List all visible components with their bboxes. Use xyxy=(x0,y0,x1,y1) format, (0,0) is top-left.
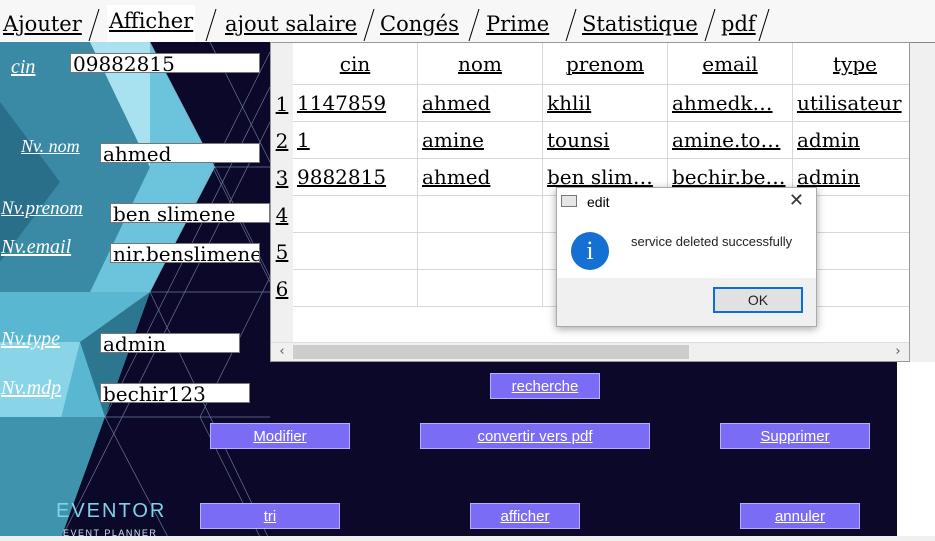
modifier-button[interactable]: Modifier xyxy=(210,423,350,449)
table-cell[interactable] xyxy=(293,233,418,270)
tab-divider xyxy=(704,8,716,41)
row-number[interactable]: 3 xyxy=(271,166,293,190)
logo-title: EVENTOR xyxy=(56,500,167,522)
tab-divider xyxy=(565,8,577,41)
cin-field[interactable]: 09882815 xyxy=(70,53,260,73)
table-cell[interactable]: ahmed xyxy=(418,159,543,196)
table-cell[interactable] xyxy=(293,196,418,233)
tab-ajouter[interactable]: Ajouter xyxy=(3,8,82,41)
prenom-label: Nv.prenom xyxy=(1,198,83,219)
horizontal-scrollbar[interactable]: ‹ › xyxy=(271,342,909,361)
row-number[interactable]: 1 xyxy=(271,92,293,116)
bottom-edge xyxy=(0,536,935,541)
table-cell[interactable]: admin xyxy=(793,122,909,159)
scroll-left-icon[interactable]: ‹ xyxy=(273,343,291,361)
email-field[interactable]: nir.benslimene xyxy=(110,243,260,263)
row-number[interactable]: 5 xyxy=(271,240,293,264)
message-dialog: edit ✕ i service deleted successfully OK xyxy=(556,187,817,327)
tab-prime[interactable]: Prime xyxy=(486,8,549,41)
table-cell[interactable] xyxy=(418,270,543,307)
type-label: Nv.type xyxy=(1,328,61,350)
nom-label: Nv. nom xyxy=(21,136,80,156)
supprimer-button[interactable]: Supprimer xyxy=(720,423,870,449)
info-icon: i xyxy=(571,232,609,270)
tab-conges[interactable]: Congés xyxy=(380,8,459,41)
table-cell[interactable]: ahmed xyxy=(418,85,543,122)
scrollbar-thumb[interactable] xyxy=(293,345,689,359)
close-icon[interactable]: ✕ xyxy=(789,190,804,211)
mdp-label: Nv.mdp xyxy=(1,377,62,399)
tab-divider xyxy=(758,8,770,41)
recherche-button[interactable]: recherche xyxy=(490,373,600,399)
ok-button[interactable]: OK xyxy=(713,287,803,313)
table-cell[interactable] xyxy=(418,233,543,270)
column-header-nom[interactable]: nom xyxy=(418,43,543,85)
column-header-email[interactable]: email xyxy=(668,43,793,85)
tab-afficher[interactable]: Afficher xyxy=(107,5,196,42)
table-cell[interactable]: 1147859 xyxy=(293,85,418,122)
row-number[interactable]: 4 xyxy=(271,203,293,227)
password-field[interactable]: bechir123 xyxy=(100,383,250,403)
table-cell[interactable] xyxy=(418,196,543,233)
row-number[interactable]: 6 xyxy=(271,277,293,301)
table-cell[interactable]: utilisateur xyxy=(793,85,909,122)
table-cell[interactable]: khlil xyxy=(543,85,668,122)
table-cell[interactable]: 1 xyxy=(293,122,418,159)
table-cell[interactable]: tounsi xyxy=(543,122,668,159)
tab-divider xyxy=(88,8,100,41)
annuler-button[interactable]: annuler xyxy=(740,503,860,529)
cin-label: cin xyxy=(11,56,36,78)
column-header-cin[interactable]: cin xyxy=(293,43,418,85)
dialog-title: edit xyxy=(587,194,610,210)
email-label: Nv.email xyxy=(1,236,72,258)
convert-pdf-button[interactable]: convertir vers pdf xyxy=(420,423,650,449)
dialog-footer: OK xyxy=(557,278,816,326)
window-edge xyxy=(897,362,935,541)
table-cell[interactable] xyxy=(293,270,418,307)
edit-form-panel: cin 09882815 Nv. nom ahmed Nv.prenom ben… xyxy=(0,42,270,541)
background-art xyxy=(0,42,270,541)
column-header-type[interactable]: type xyxy=(793,43,909,85)
tab-divider xyxy=(363,8,375,41)
tab-pdf[interactable]: pdf xyxy=(721,8,756,41)
table-cell[interactable]: amine xyxy=(418,122,543,159)
afficher-button[interactable]: afficher xyxy=(470,503,580,529)
app-window-icon xyxy=(561,195,577,207)
column-header-prenom[interactable]: prenom xyxy=(543,43,668,85)
scroll-right-icon[interactable]: › xyxy=(889,343,907,361)
tab-divider xyxy=(468,8,480,41)
type-field[interactable]: admin xyxy=(100,333,240,353)
tab-ajout-salaire[interactable]: ajout salaire xyxy=(225,8,357,41)
table-cell[interactable]: amine.to… xyxy=(668,122,793,159)
tab-statistique[interactable]: Statistique xyxy=(582,8,698,41)
dialog-message: service deleted successfully xyxy=(631,234,793,249)
prenom-field[interactable]: ben slimene xyxy=(110,203,270,223)
tab-bar: Ajouter Afficher ajout salaire Congés Pr… xyxy=(0,0,935,43)
table-cell[interactable]: 9882815 xyxy=(293,159,418,196)
nom-field[interactable]: ahmed xyxy=(100,143,260,163)
tri-button[interactable]: tri xyxy=(200,503,340,529)
table-cell[interactable]: ahmedk… xyxy=(668,85,793,122)
tab-divider xyxy=(205,8,217,41)
row-number[interactable]: 2 xyxy=(271,129,293,153)
